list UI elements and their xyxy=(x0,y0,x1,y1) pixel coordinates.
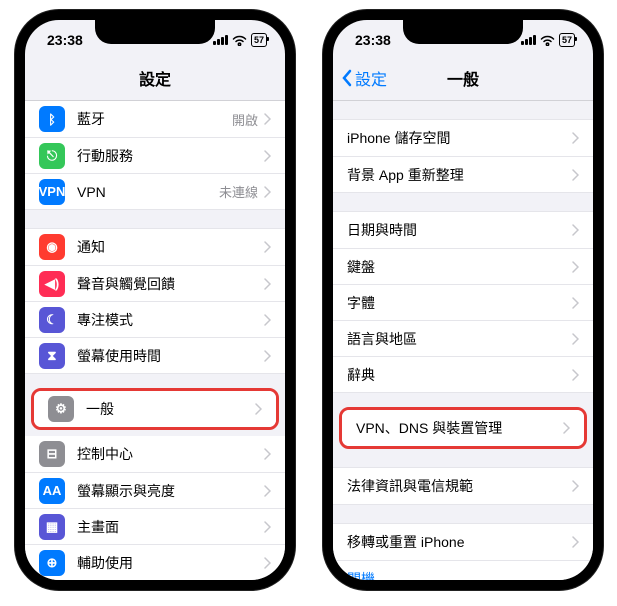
row-transfer-reset[interactable]: 移轉或重置 iPhone xyxy=(333,524,593,560)
battery-icon: 57 xyxy=(559,33,575,47)
phone-settings-root: 23:38 57 設定 ᛒ 藍牙 開啟 ⎋ 行動服務 VPN xyxy=(15,10,295,590)
cellular-icon: ⎋ xyxy=(39,143,65,169)
chevron-right-icon xyxy=(264,557,271,569)
row-keyboard[interactable]: 鍵盤 xyxy=(333,248,593,284)
screentime-icon: ⧗ xyxy=(39,343,65,369)
chevron-right-icon xyxy=(264,521,271,533)
chevron-right-icon xyxy=(264,278,271,290)
chevron-right-icon xyxy=(264,113,271,125)
page-title: 設定 xyxy=(139,66,171,90)
chevron-right-icon xyxy=(572,480,579,492)
chevron-right-icon xyxy=(572,369,579,381)
chevron-right-icon xyxy=(264,350,271,362)
row-sounds[interactable]: ◀︎) 聲音與觸覺回饋 xyxy=(25,265,285,301)
chevron-right-icon xyxy=(572,224,579,236)
chevron-right-icon xyxy=(572,536,579,548)
chevron-right-icon xyxy=(264,448,271,460)
row-accessibility[interactable]: ⊕ 輔助使用 xyxy=(25,544,285,580)
row-vpn[interactable]: VPN VPN 未連線 xyxy=(25,173,285,209)
notifications-icon: ◉ xyxy=(39,234,65,260)
row-language-region[interactable]: 語言與地區 xyxy=(333,320,593,356)
chevron-left-icon xyxy=(341,69,353,87)
display-icon: AA xyxy=(39,478,65,504)
row-iphone-storage[interactable]: iPhone 儲存空間 xyxy=(333,120,593,156)
chevron-right-icon xyxy=(572,132,579,144)
chevron-right-icon xyxy=(264,186,271,198)
chevron-right-icon xyxy=(264,150,271,162)
row-legal[interactable]: 法律資訊與電信規範 xyxy=(333,468,593,504)
row-fonts[interactable]: 字體 xyxy=(333,284,593,320)
clock: 23:38 xyxy=(355,32,391,48)
row-focus[interactable]: ☾ 專注模式 xyxy=(25,301,285,337)
wifi-icon xyxy=(232,35,247,46)
chevron-right-icon xyxy=(264,485,271,497)
settings-list[interactable]: ᛒ 藍牙 開啟 ⎋ 行動服務 VPN VPN 未連線 ◉ 通知 xyxy=(25,101,285,580)
bluetooth-icon: ᛒ xyxy=(39,106,65,132)
row-notifications[interactable]: ◉ 通知 xyxy=(25,229,285,265)
row-shutdown[interactable]: 關機 xyxy=(333,560,593,580)
row-display[interactable]: AA 螢幕顯示與亮度 xyxy=(25,472,285,508)
sounds-icon: ◀︎) xyxy=(39,271,65,297)
clock: 23:38 xyxy=(47,32,83,48)
row-bluetooth[interactable]: ᛒ 藍牙 開啟 xyxy=(25,101,285,137)
control-center-icon: ⊟ xyxy=(39,441,65,467)
chevron-right-icon xyxy=(572,333,579,345)
chevron-right-icon xyxy=(572,261,579,273)
signal-icon xyxy=(213,35,228,45)
home-screen-icon: ▦ xyxy=(39,514,65,540)
back-button[interactable]: 設定 xyxy=(341,66,387,90)
row-background-refresh[interactable]: 背景 App 重新整理 xyxy=(333,156,593,192)
battery-icon: 57 xyxy=(251,33,267,47)
chevron-right-icon xyxy=(264,314,271,326)
row-date-time[interactable]: 日期與時間 xyxy=(333,212,593,248)
row-home-screen[interactable]: ▦ 主畫面 xyxy=(25,508,285,544)
chevron-right-icon xyxy=(572,297,579,309)
nav-header: 設定 一般 xyxy=(333,60,593,101)
row-control-center[interactable]: ⊟ 控制中心 xyxy=(25,436,285,472)
chevron-right-icon xyxy=(563,422,570,434)
signal-icon xyxy=(521,35,536,45)
row-vpn-device-management[interactable]: VPN、DNS 與裝置管理 xyxy=(342,410,584,446)
gear-icon: ⚙︎ xyxy=(48,396,74,422)
general-list[interactable]: iPhone 儲存空間 背景 App 重新整理 日期與時間 鍵盤 字體 語言與地… xyxy=(333,101,593,580)
chevron-right-icon xyxy=(572,169,579,181)
chevron-right-icon xyxy=(255,403,262,415)
highlight-vpn-management: VPN、DNS 與裝置管理 xyxy=(339,407,587,449)
row-screentime[interactable]: ⧗ 螢幕使用時間 xyxy=(25,337,285,373)
chevron-right-icon xyxy=(264,241,271,253)
row-general[interactable]: ⚙︎ 一般 xyxy=(34,391,276,427)
row-dictionary[interactable]: 辭典 xyxy=(333,356,593,392)
wifi-icon xyxy=(540,35,555,46)
vpn-icon: VPN xyxy=(39,179,65,205)
row-cellular[interactable]: ⎋ 行動服務 xyxy=(25,137,285,173)
highlight-general: ⚙︎ 一般 xyxy=(31,388,279,430)
accessibility-icon: ⊕ xyxy=(39,550,65,576)
focus-icon: ☾ xyxy=(39,307,65,333)
page-title: 一般 xyxy=(447,66,479,90)
phone-general: 23:38 57 設定 一般 iPhone 儲存空間 背景 App 重新整理 xyxy=(323,10,603,590)
nav-header: 設定 xyxy=(25,60,285,101)
notch xyxy=(95,20,215,44)
notch xyxy=(403,20,523,44)
